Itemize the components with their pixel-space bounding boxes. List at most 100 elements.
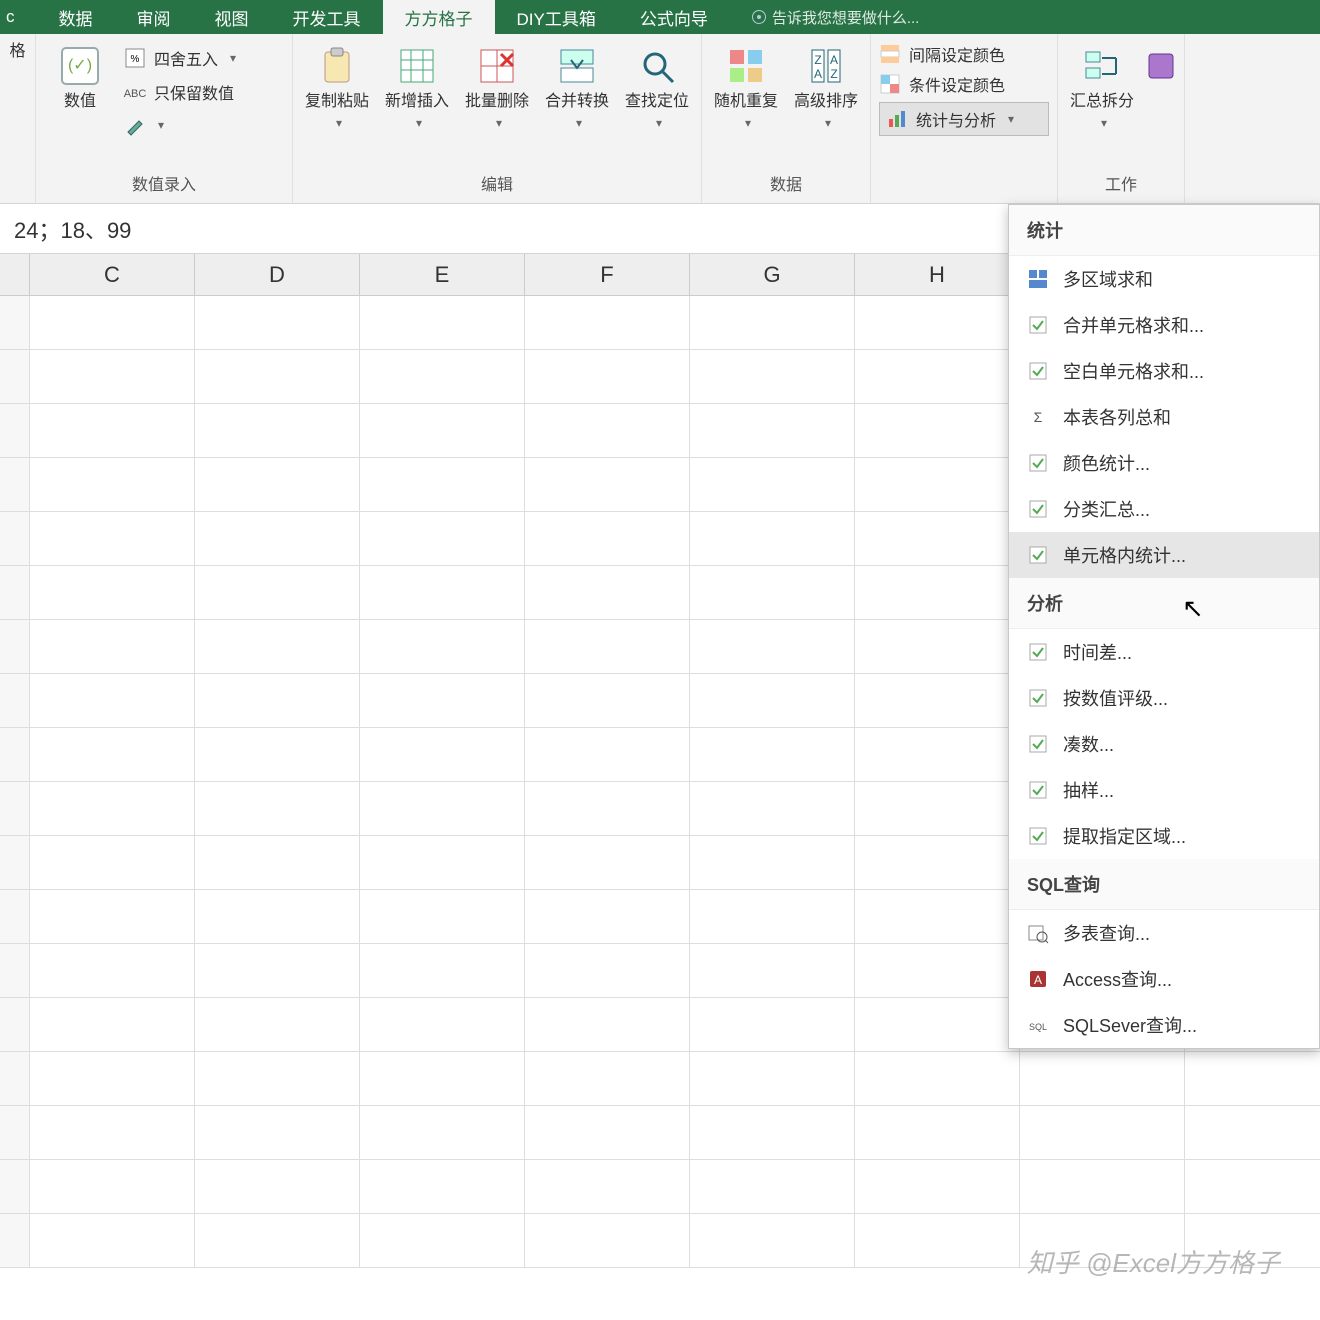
cell[interactable] [0, 350, 30, 404]
cell[interactable] [855, 512, 1020, 566]
cell[interactable] [1185, 1160, 1320, 1214]
menu-item[interactable]: 凑数... [1009, 721, 1319, 767]
cell[interactable] [195, 1214, 360, 1268]
cell[interactable] [360, 944, 525, 998]
colhead[interactable]: D [195, 254, 360, 295]
btn-stats-analysis[interactable]: 统计与分析 [879, 102, 1049, 136]
menu-item[interactable]: 抽样... [1009, 767, 1319, 813]
cell[interactable] [1020, 1106, 1185, 1160]
btn-extra[interactable] [1146, 38, 1176, 88]
cell[interactable] [690, 566, 855, 620]
cell[interactable] [855, 1106, 1020, 1160]
cell[interactable] [360, 404, 525, 458]
cell[interactable] [360, 1214, 525, 1268]
tab-fangfang[interactable]: 方方格子 [383, 0, 495, 34]
cell[interactable] [360, 350, 525, 404]
cell[interactable] [30, 458, 195, 512]
cell[interactable] [690, 836, 855, 890]
cell[interactable] [690, 782, 855, 836]
cell[interactable] [195, 1052, 360, 1106]
tab-formula-wizard[interactable]: 公式向导 [618, 0, 730, 34]
cell[interactable] [525, 890, 690, 944]
menu-item[interactable]: 分类汇总... [1009, 486, 1319, 532]
cell[interactable] [0, 1052, 30, 1106]
cell[interactable] [525, 458, 690, 512]
menu-item[interactable]: Σ本表各列总和 [1009, 394, 1319, 440]
cell[interactable] [30, 998, 195, 1052]
menu-item[interactable]: 合并单元格求和... [1009, 302, 1319, 348]
btn-summary-split[interactable]: 汇总拆分 [1066, 38, 1138, 134]
cell[interactable] [195, 782, 360, 836]
menu-item[interactable]: 颜色统计... [1009, 440, 1319, 486]
btn-cond-color[interactable]: 条件设定颜色 [879, 72, 1049, 96]
cell[interactable] [0, 296, 30, 350]
cell[interactable] [360, 1106, 525, 1160]
cell[interactable] [855, 350, 1020, 404]
cell[interactable] [855, 782, 1020, 836]
cell[interactable] [525, 782, 690, 836]
cell[interactable] [195, 404, 360, 458]
cell[interactable] [525, 1214, 690, 1268]
cell[interactable] [525, 350, 690, 404]
cell[interactable] [0, 1214, 30, 1268]
cell[interactable] [30, 944, 195, 998]
cell[interactable] [855, 458, 1020, 512]
cell[interactable] [360, 728, 525, 782]
cell[interactable] [690, 1052, 855, 1106]
cell[interactable] [855, 944, 1020, 998]
cell[interactable] [30, 350, 195, 404]
cell[interactable] [1020, 1052, 1185, 1106]
menu-item[interactable]: 多区域求和 [1009, 256, 1319, 302]
cell[interactable] [30, 1160, 195, 1214]
cell[interactable] [195, 674, 360, 728]
cell[interactable] [690, 620, 855, 674]
tell-me-search[interactable]: 告诉我您想要做什么... [730, 0, 942, 34]
btn-interval-color[interactable]: 间隔设定颜色 [879, 42, 1049, 66]
cell[interactable] [855, 404, 1020, 458]
cell[interactable] [525, 1106, 690, 1160]
cell[interactable] [30, 404, 195, 458]
cell[interactable] [0, 404, 30, 458]
cell[interactable] [855, 296, 1020, 350]
btn-copy-paste[interactable]: 复制粘贴 [301, 38, 373, 134]
cell[interactable] [0, 728, 30, 782]
cell[interactable] [690, 944, 855, 998]
cell[interactable] [30, 728, 195, 782]
cell[interactable] [360, 1052, 525, 1106]
colhead[interactable]: G [690, 254, 855, 295]
cell[interactable] [0, 836, 30, 890]
tab-review[interactable]: 审阅 [115, 0, 193, 34]
cell[interactable] [525, 998, 690, 1052]
cell[interactable] [0, 674, 30, 728]
tab-devtools[interactable]: 开发工具 [271, 0, 383, 34]
cell[interactable] [360, 1160, 525, 1214]
cell[interactable] [525, 1160, 690, 1214]
cell[interactable] [30, 782, 195, 836]
cell[interactable] [0, 890, 30, 944]
colhead[interactable]: E [360, 254, 525, 295]
cell[interactable] [855, 620, 1020, 674]
cell[interactable] [30, 674, 195, 728]
cell[interactable] [360, 458, 525, 512]
cell[interactable] [855, 998, 1020, 1052]
cell[interactable] [30, 890, 195, 944]
cell[interactable] [0, 512, 30, 566]
cell[interactable] [855, 566, 1020, 620]
cell[interactable] [690, 512, 855, 566]
cell[interactable] [1185, 1106, 1320, 1160]
cell[interactable] [525, 512, 690, 566]
menu-item[interactable]: 空白单元格求和... [1009, 348, 1319, 394]
cell[interactable] [525, 404, 690, 458]
cell[interactable] [30, 512, 195, 566]
colhead[interactable]: H [855, 254, 1020, 295]
cell[interactable] [690, 1214, 855, 1268]
btn-random-repeat[interactable]: 随机重复 [710, 38, 782, 134]
cell[interactable] [195, 1160, 360, 1214]
cell[interactable] [360, 566, 525, 620]
cell[interactable] [360, 674, 525, 728]
cell[interactable] [855, 674, 1020, 728]
colhead[interactable]: F [525, 254, 690, 295]
menu-item[interactable]: 提取指定区域... [1009, 813, 1319, 859]
btn-cut-partial[interactable]: 格 [3, 38, 33, 63]
cell[interactable] [0, 620, 30, 674]
